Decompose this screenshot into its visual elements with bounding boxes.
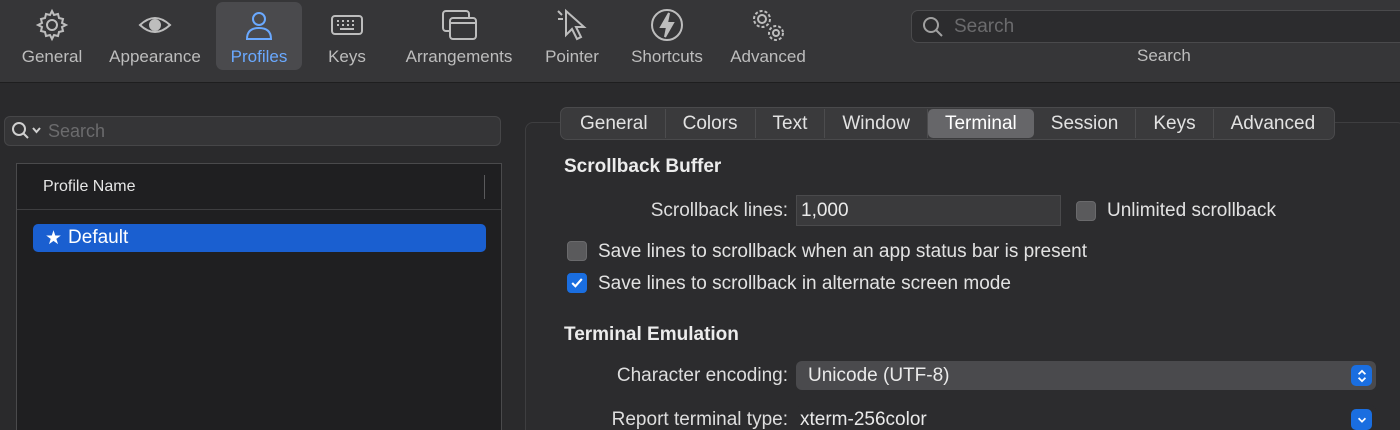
tab-session[interactable]: Session (1034, 109, 1137, 138)
toolbar-label: Keys (328, 47, 366, 66)
eye-icon (137, 7, 173, 43)
toolbar-label: Pointer (545, 47, 599, 66)
tab-text[interactable]: Text (756, 109, 826, 138)
alt-screen-scrollback-checkbox[interactable] (567, 273, 587, 293)
report-terminal-type-value: xterm-256color (800, 408, 927, 430)
preferences-toolbar: General Appearance Profiles Keys Arrange… (0, 0, 1400, 83)
toolbar-label: Profiles (230, 47, 288, 66)
toolbar-arrangements-button[interactable]: Arrangements (398, 2, 520, 70)
scrollback-lines-label: Scrollback lines: (650, 200, 788, 221)
lightning-icon (649, 7, 685, 43)
person-icon (241, 7, 277, 43)
toolbar-search-input[interactable] (954, 15, 1354, 38)
toolbar-search-caption: Search (1137, 46, 1191, 65)
column-divider (484, 175, 485, 199)
tab-keys[interactable]: Keys (1136, 109, 1214, 138)
profile-list-header[interactable]: Profile Name (17, 164, 501, 210)
profile-name: Default (68, 227, 129, 248)
profile-tabbar: General Colors Text Window Terminal Sess… (560, 107, 1336, 140)
star-icon: ★ (45, 227, 63, 249)
toolbar-profiles-button[interactable]: Profiles (216, 2, 302, 70)
alt-screen-scrollback-label[interactable]: Save lines to scrollback in alternate sc… (598, 273, 1011, 295)
toolbar-label: Advanced (730, 47, 806, 66)
toolbar-shortcuts-button[interactable]: Shortcuts (622, 2, 712, 70)
profile-list: Profile Name ★ Default (16, 163, 502, 430)
toolbar-appearance-button[interactable]: Appearance (104, 2, 206, 70)
scrollback-section-title: Scrollback Buffer (564, 156, 722, 177)
report-terminal-type-combobox[interactable]: xterm-256color (796, 405, 1376, 430)
toolbar-label: Arrangements (405, 47, 513, 66)
status-bar-scrollback-checkbox[interactable] (567, 241, 587, 261)
character-encoding-select[interactable]: Unicode (UTF-8) (796, 361, 1376, 390)
windows-icon (441, 7, 477, 43)
tab-colors[interactable]: Colors (666, 109, 756, 138)
toolbar-advanced-button[interactable]: Advanced (724, 2, 812, 70)
unlimited-scrollback-checkbox[interactable] (1076, 201, 1096, 221)
keyboard-icon (329, 7, 365, 43)
chevron-updown-icon (1351, 365, 1372, 386)
tab-advanced[interactable]: Advanced (1214, 109, 1333, 138)
tab-general[interactable]: General (563, 109, 666, 138)
profile-name-column-header[interactable]: Profile Name (43, 178, 135, 196)
pointer-icon (554, 7, 590, 43)
toolbar-keys-button[interactable]: Keys (318, 2, 376, 70)
tab-terminal[interactable]: Terminal (927, 109, 1034, 138)
tab-window[interactable]: Window (825, 109, 928, 138)
toolbar-label: Shortcuts (631, 47, 703, 66)
emulation-section-title: Terminal Emulation (564, 324, 739, 345)
gears-icon (750, 7, 786, 43)
toolbar-label: General (21, 47, 83, 66)
scrollback-lines-input[interactable] (797, 199, 1060, 222)
scrollback-lines-field[interactable] (796, 195, 1061, 226)
profile-search-field[interactable] (4, 116, 501, 146)
search-menu-icon[interactable] (10, 120, 48, 142)
profile-search-input[interactable] (48, 120, 488, 142)
unlimited-scrollback-label[interactable]: Unlimited scrollback (1107, 200, 1276, 222)
character-encoding-value: Unicode (UTF-8) (808, 364, 950, 386)
toolbar-pointer-button[interactable]: Pointer (538, 2, 606, 70)
toolbar-label: Appearance (109, 47, 201, 66)
toolbar-search-field[interactable] (911, 10, 1400, 43)
profile-row-default[interactable]: ★ Default (33, 224, 486, 252)
character-encoding-label: Character encoding: (616, 365, 788, 386)
chevron-down-icon (1351, 409, 1372, 430)
status-bar-scrollback-label[interactable]: Save lines to scrollback when an app sta… (598, 241, 1087, 263)
report-terminal-type-label: Report terminal type: (611, 409, 788, 430)
gear-icon (34, 7, 70, 43)
checkmark-icon (571, 278, 583, 288)
toolbar-general-button[interactable]: General (14, 2, 90, 70)
search-icon (920, 14, 946, 40)
